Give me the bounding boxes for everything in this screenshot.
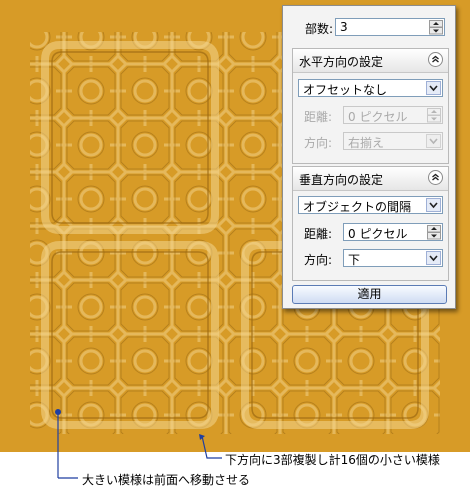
- small-pattern-leader: [201, 435, 222, 459]
- small-pattern-caption: 下方向に3部複製し計16個の小さい模様: [225, 453, 440, 467]
- large-pattern-caption: 大きい模様は前面へ移動させる: [82, 473, 251, 487]
- callout-lines: [55, 409, 222, 479]
- arrow-head-icon: [199, 434, 205, 440]
- large-pattern-marker: [55, 409, 61, 415]
